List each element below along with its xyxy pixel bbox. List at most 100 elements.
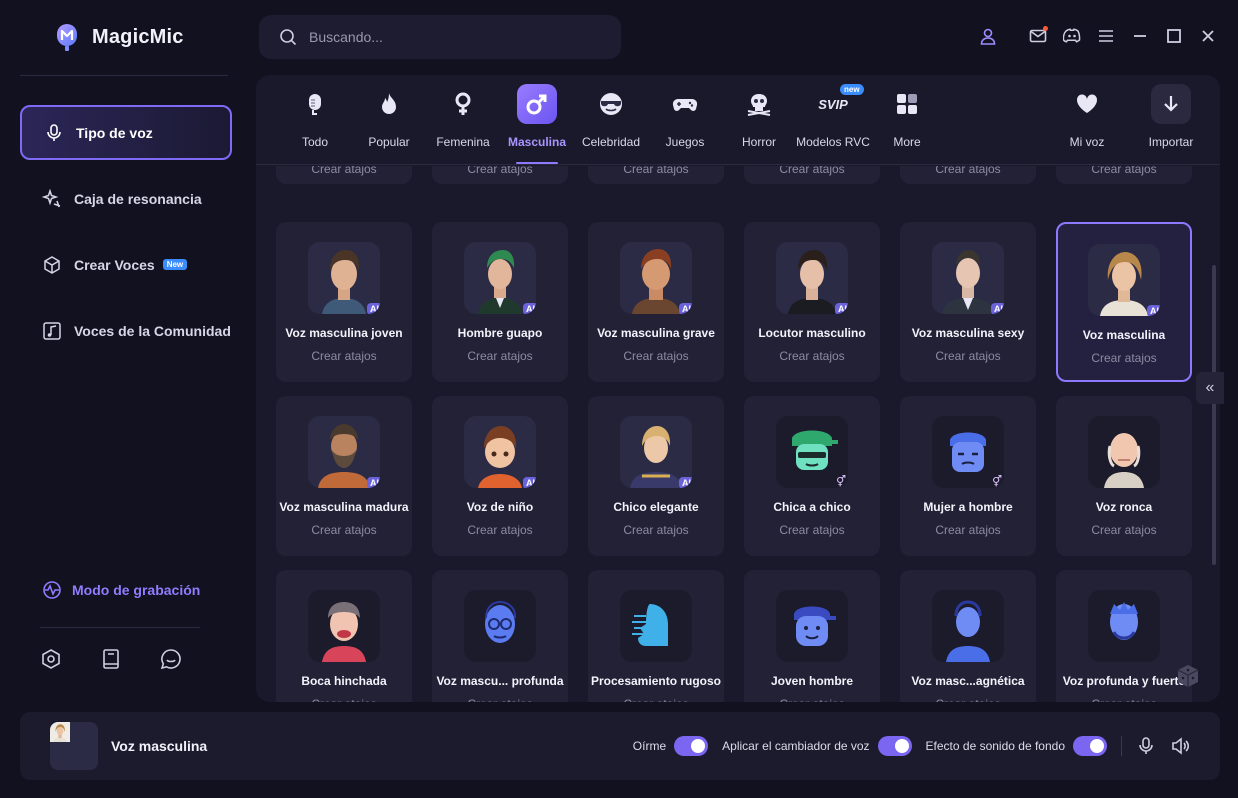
voice-card[interactable]: Procesamiento rugoso Crear atajos <box>588 570 724 702</box>
create-shortcut-link[interactable]: Crear atajos <box>467 166 532 176</box>
create-shortcut-link[interactable]: Crear atajos <box>779 697 844 702</box>
scrollbar-thumb[interactable] <box>1212 265 1216 565</box>
create-shortcut-link[interactable]: Crear atajos <box>623 523 688 537</box>
category-juegos[interactable]: Juegos <box>648 84 722 164</box>
category-mi-voz[interactable]: Mi voz <box>1050 84 1124 164</box>
search-input[interactable] <box>309 29 589 45</box>
voice-card[interactable]: ⚥ Mujer a hombre Crear atajos <box>900 396 1036 556</box>
settings-button[interactable] <box>40 648 62 670</box>
apply-voice-changer-switch[interactable] <box>877 736 912 756</box>
category-modelos-rvc[interactable]: SVIP new Modelos RVC <box>796 84 870 164</box>
voice-card[interactable]: AI Chico elegante Crear atajos <box>588 396 724 556</box>
new-badge: New <box>162 259 188 270</box>
create-shortcut-link[interactable]: Crear atajos <box>311 349 376 363</box>
voice-card[interactable]: Joven hombre Crear atajos <box>744 570 880 702</box>
voice-card[interactable]: AI Voz masculina joven Crear atajos <box>276 222 412 382</box>
sidebar-item-caja-de-resonancia[interactable]: Caja de resonancia <box>20 171 232 226</box>
voice-card[interactable]: Boca hinchada Crear atajos <box>276 570 412 702</box>
create-shortcut-link[interactable]: Crear atajos <box>1091 166 1156 176</box>
chat-bubble-icon <box>160 649 181 670</box>
voice-card[interactable]: Crear atajos <box>588 166 724 184</box>
collapse-panel-button[interactable]: « <box>1196 372 1224 404</box>
category-importar[interactable]: Importar <box>1134 84 1208 164</box>
create-shortcut-link[interactable]: Crear atajos <box>623 166 688 176</box>
create-shortcut-link[interactable]: Crear atajos <box>779 349 844 363</box>
guide-button[interactable] <box>100 648 122 670</box>
voice-card[interactable]: AI Voz masculina sexy Crear atajos <box>900 222 1036 382</box>
voice-card[interactable]: AI Voz de niño Crear atajos <box>432 396 568 556</box>
speaker-icon[interactable] <box>1170 736 1190 756</box>
maximize-button[interactable] <box>1164 26 1184 46</box>
minimize-button[interactable] <box>1130 26 1150 46</box>
create-shortcut-link[interactable]: Crear atajos <box>1091 697 1156 702</box>
create-shortcut-link[interactable]: Crear atajos <box>311 523 376 537</box>
create-shortcut-link[interactable]: Crear atajos <box>467 523 532 537</box>
sidebar-item-crear-voces[interactable]: Crear Voces New <box>20 237 232 292</box>
search-bar[interactable] <box>259 15 621 59</box>
voice-card[interactable]: AI Hombre guapo Crear atajos <box>432 222 568 382</box>
close-button[interactable] <box>1198 26 1218 46</box>
ai-badge: AI <box>835 303 848 314</box>
create-shortcut-link[interactable]: Crear atajos <box>935 697 1000 702</box>
voice-avatar <box>620 590 692 662</box>
create-shortcut-link[interactable]: Crear atajos <box>467 697 532 702</box>
voice-card[interactable]: Voz masc...agnética Crear atajos <box>900 570 1036 702</box>
sidebar-item-tipo-de-voz[interactable]: Tipo de voz <box>20 105 232 160</box>
voice-grid: Crear atajos Crear atajos Crear atajos C… <box>256 166 1220 702</box>
voice-card[interactable]: Crear atajos <box>900 166 1036 184</box>
sidebar-item-label: Voces de la Comunidad <box>74 322 231 339</box>
create-shortcut-link[interactable]: Crear atajos <box>779 166 844 176</box>
background-sound-switch[interactable] <box>1073 736 1107 756</box>
create-shortcut-link[interactable]: Crear atajos <box>779 523 844 537</box>
mail-button[interactable] <box>1028 26 1048 46</box>
voice-name: Hombre guapo <box>457 326 543 340</box>
create-shortcut-link[interactable]: Crear atajos <box>1091 523 1156 537</box>
voice-card[interactable]: Crear atajos <box>432 166 568 184</box>
microphone-icon[interactable] <box>1136 736 1156 756</box>
category-popular[interactable]: Popular <box>352 84 426 164</box>
voice-card[interactable]: Voz ronca Crear atajos <box>1056 396 1192 556</box>
feedback-button[interactable] <box>160 648 182 670</box>
apply-voice-changer-toggle: Aplicar el cambiador de voz <box>722 736 912 756</box>
record-mode-button[interactable]: Modo de grabación <box>42 580 200 600</box>
category-todo[interactable]: Todo <box>278 84 352 164</box>
hear-myself-switch[interactable] <box>674 736 709 756</box>
book-icon <box>103 649 119 669</box>
active-tab-indicator <box>516 162 558 164</box>
voice-card[interactable]: AI Locutor masculino Crear atajos <box>744 222 880 382</box>
category-more[interactable]: More <box>870 84 944 164</box>
random-voice-dice-icon[interactable] <box>1174 662 1202 690</box>
voice-card[interactable]: Voz mascu... profunda Crear atajos <box>432 570 568 702</box>
category-label: Modelos RVC <box>796 135 870 149</box>
menu-button[interactable] <box>1096 26 1116 46</box>
voice-card[interactable]: ⚥ Chica a chico Crear atajos <box>744 396 880 556</box>
voice-card[interactable]: Crear atajos <box>1056 166 1192 184</box>
voice-name: Voz masculina sexy <box>911 326 1025 340</box>
voice-card[interactable]: Voz profunda y fuerte Crear atajos <box>1056 570 1192 702</box>
create-shortcut-link[interactable]: Crear atajos <box>467 349 532 363</box>
category-masculina[interactable]: Masculina <box>500 84 574 164</box>
create-shortcut-link[interactable]: Crear atajos <box>1091 351 1156 365</box>
create-shortcut-link[interactable]: Crear atajos <box>311 166 376 176</box>
sidebar-item-voces-de-la-comunidad[interactable]: Voces de la Comunidad <box>20 303 232 358</box>
create-shortcut-link[interactable]: Crear atajos <box>623 697 688 702</box>
create-shortcut-link[interactable]: Crear atajos <box>935 349 1000 363</box>
create-shortcut-link[interactable]: Crear atajos <box>311 697 376 702</box>
category-icon-wrap <box>591 84 631 124</box>
account-button[interactable] <box>978 26 998 46</box>
category-femenina[interactable]: Femenina <box>426 84 500 164</box>
voice-card[interactable]: AI Voz masculina grave Crear atajos <box>588 222 724 382</box>
voice-card[interactable]: Crear atajos <box>744 166 880 184</box>
category-celebridad[interactable]: Celebridad <box>574 84 648 164</box>
discord-button[interactable] <box>1062 26 1082 46</box>
category-horror[interactable]: Horror <box>722 84 796 164</box>
create-shortcut-link[interactable]: Crear atajos <box>935 523 1000 537</box>
voice-card-selected[interactable]: AI Voz masculina Crear atajos <box>1056 222 1192 382</box>
category-label: Importar <box>1148 135 1194 149</box>
ai-badge: AI <box>679 303 692 314</box>
voice-card[interactable]: Crear atajos <box>276 166 412 184</box>
hear-myself-toggle: Oírme <box>633 736 709 756</box>
create-shortcut-link[interactable]: Crear atajos <box>935 166 1000 176</box>
voice-card[interactable]: AI Voz masculina madura Crear atajos <box>276 396 412 556</box>
create-shortcut-link[interactable]: Crear atajos <box>623 349 688 363</box>
